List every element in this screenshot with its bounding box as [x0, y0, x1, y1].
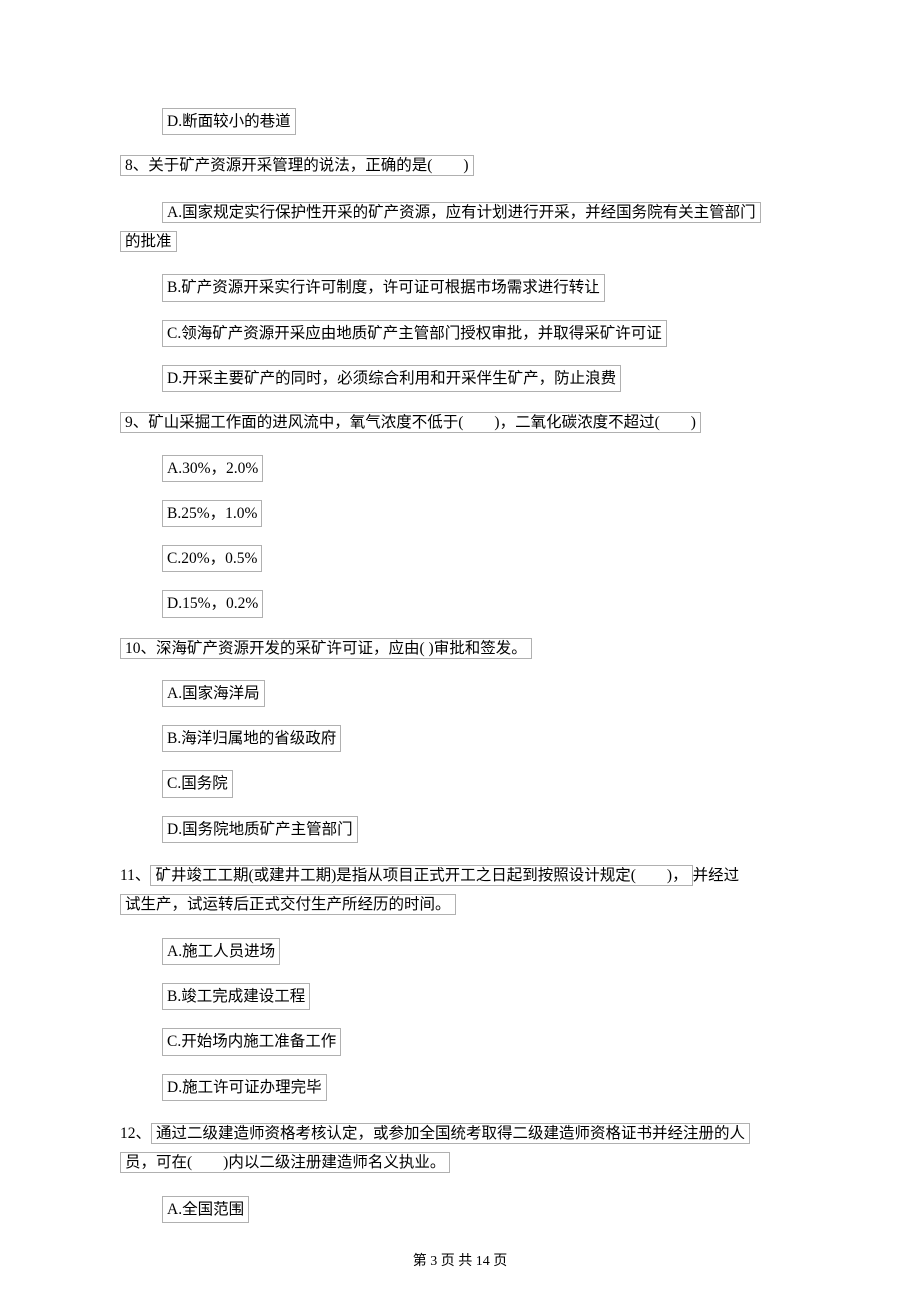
q10-stem: 10、深海矿产资源开发的采矿许可证，应由( )审批和签发。 [120, 636, 800, 662]
q11-option-a: A.施工人员进场 [162, 938, 280, 965]
q12-option-a: A.全国范围 [162, 1196, 249, 1223]
q9-option-d: D.15%，0.2% [162, 590, 263, 617]
q8-option-a-line1: A.国家规定实行保护性开采的矿产资源，应有计划进行开采，并经国务院有关主管部门 [162, 202, 761, 223]
q10-option-b: B.海洋归属地的省级政府 [162, 725, 341, 752]
q10-option-c: C.国务院 [162, 770, 233, 797]
q9-stem-text: 9、矿山采掘工作面的进风流中，氧气浓度不低于( )，二氧化碳浓度不超过( ) [120, 412, 701, 433]
q9-option-c: C.20%，0.5% [162, 545, 262, 572]
q9-stem: 9、矿山采掘工作面的进风流中，氧气浓度不低于( )，二氧化碳浓度不超过( ) [120, 410, 800, 436]
page-footer: 第 3 页 共 14 页 [0, 1251, 920, 1272]
q8-option-a-line2: 的批准 [120, 231, 177, 252]
q9-option-a: A.30%，2.0% [162, 455, 263, 482]
q8-option-c: C.领海矿产资源开采应由地质矿产主管部门授权审批，并取得采矿许可证 [162, 320, 667, 347]
q9-option-b: B.25%，1.0% [162, 500, 262, 527]
q8-option-b: B.矿产资源开采实行许可制度，许可证可根据市场需求进行转让 [162, 274, 605, 301]
q11-option-b: B.竣工完成建设工程 [162, 983, 310, 1010]
q11-stem-line1: 矿井竣工工期(或建井工期)是指从项目正式开工之日起到按照设计规定( )， [150, 865, 692, 886]
q11-stem-suffix: 并经过 [693, 867, 740, 884]
q10-option-d: D.国务院地质矿产主管部门 [162, 816, 358, 843]
q12-prefix: 12、 [120, 1125, 151, 1142]
q8-option-a: A.国家规定实行保护性开采的矿产资源，应有计划进行开采，并经国务院有关主管部门 … [162, 198, 800, 257]
q11-stem-line2: 试生产，试运转后正式交付生产所经历的时间。 [120, 894, 456, 915]
q7-option-d: D.断面较小的巷道 [162, 108, 296, 135]
q12-stem-line1: 通过二级建造师资格考核认定，或参加全国统考取得二级建造师资格证书并经注册的人 [151, 1123, 750, 1144]
q10-stem-text: 10、深海矿产资源开发的采矿许可证，应由( )审批和签发。 [120, 638, 532, 659]
q11-option-d: D.施工许可证办理完毕 [162, 1074, 327, 1101]
q8-option-d: D.开采主要矿产的同时，必须综合利用和开采伴生矿产，防止浪费 [162, 365, 621, 392]
q11-stem: 11、矿井竣工工期(或建井工期)是指从项目正式开工之日起到按照设计规定( )，并… [120, 861, 800, 920]
q11-option-c: C.开始场内施工准备工作 [162, 1028, 341, 1055]
q12-stem-line2: 员，可在( )内以二级注册建造师名义执业。 [120, 1152, 450, 1173]
q10-option-a: A.国家海洋局 [162, 680, 265, 707]
q8-stem: 8、关于矿产资源开采管理的说法，正确的是( ) [120, 153, 800, 179]
q8-stem-text: 8、关于矿产资源开采管理的说法，正确的是( ) [120, 155, 474, 176]
q11-prefix: 11、 [120, 867, 150, 884]
q12-stem: 12、通过二级建造师资格考核认定，或参加全国统考取得二级建造师资格证书并经注册的… [120, 1119, 800, 1178]
